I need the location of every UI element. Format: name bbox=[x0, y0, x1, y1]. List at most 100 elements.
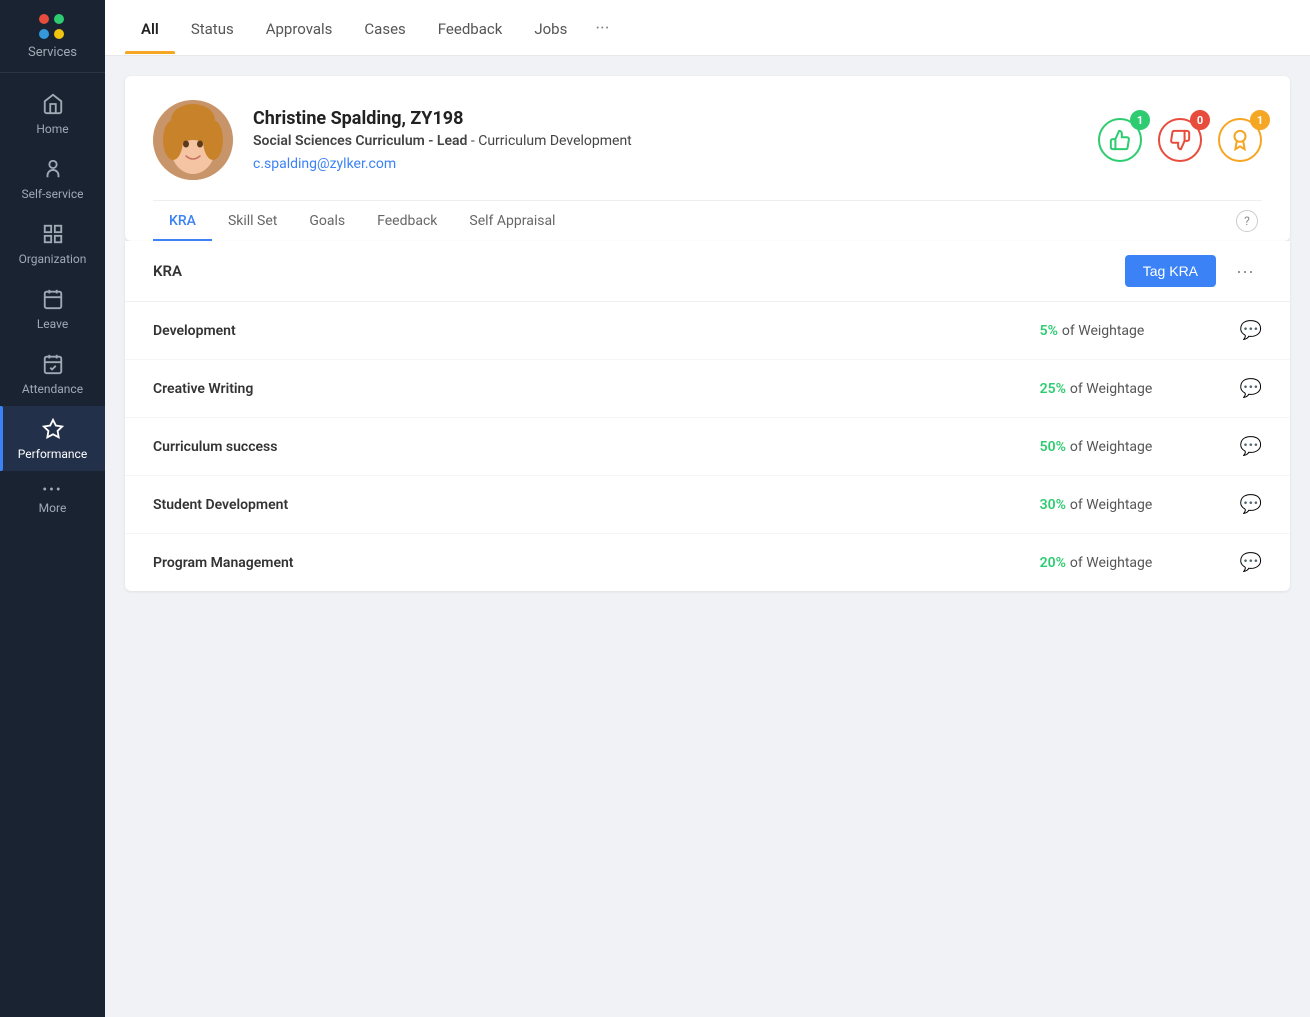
self-service-icon bbox=[42, 158, 64, 183]
kra-header: KRA Tag KRA ··· bbox=[125, 241, 1290, 302]
thumbs-up-badge: 1 bbox=[1098, 118, 1142, 162]
award-badge: 1 bbox=[1218, 118, 1262, 162]
help-icon[interactable]: ? bbox=[1236, 210, 1258, 232]
kra-pct-creative-writing: 25% bbox=[1040, 381, 1066, 397]
profile-header: Christine Spalding, ZY198 Social Science… bbox=[153, 100, 1262, 200]
award-icon-wrap[interactable] bbox=[1218, 118, 1262, 162]
thumbs-up-icon-wrap[interactable] bbox=[1098, 118, 1142, 162]
sidebar-item-leave[interactable]: Leave bbox=[0, 276, 105, 341]
sidebar-item-self-service-label: Self-service bbox=[22, 187, 84, 201]
kra-weightage-program-management: 20% of Weightage bbox=[1040, 555, 1220, 571]
kra-pct-curriculum-success: 50% bbox=[1040, 439, 1066, 455]
services-label: Services bbox=[28, 45, 77, 60]
profile-email-link[interactable]: c.spalding@zylker.com bbox=[253, 156, 396, 172]
kra-pct-development: 5% bbox=[1040, 323, 1058, 339]
sidebar-item-self-service[interactable]: Self-service bbox=[0, 146, 105, 211]
profile-card: Christine Spalding, ZY198 Social Science… bbox=[125, 76, 1290, 241]
kra-weightage-creative-writing: 25% of Weightage bbox=[1040, 381, 1220, 397]
kra-section: KRA Tag KRA ··· Development 5% of Weight… bbox=[125, 241, 1290, 591]
main-content: All Status Approvals Cases Feedback Jobs… bbox=[105, 0, 1310, 1017]
more-icon: ••• bbox=[42, 483, 62, 497]
sidebar-item-organization-label: Organization bbox=[19, 252, 87, 266]
kra-weightage-text-student-development: of Weightage bbox=[1070, 497, 1152, 513]
active-indicator bbox=[0, 406, 3, 471]
kra-name-development: Development bbox=[153, 323, 1040, 339]
leave-icon bbox=[42, 288, 64, 313]
kra-comment-creative-writing[interactable]: 💬 bbox=[1240, 378, 1262, 399]
profile-stats: 1 0 1 bbox=[1098, 118, 1262, 162]
thumbs-down-icon-wrap[interactable] bbox=[1158, 118, 1202, 162]
kra-pct-program-management: 20% bbox=[1040, 555, 1066, 571]
kra-comment-development[interactable]: 💬 bbox=[1240, 320, 1262, 341]
kra-actions: Tag KRA ··· bbox=[1125, 255, 1262, 287]
kra-row-creative-writing: Creative Writing 25% of Weightage 💬 bbox=[125, 360, 1290, 418]
profile-tab-self-appraisal[interactable]: Self Appraisal bbox=[453, 201, 571, 241]
sidebar-item-leave-label: Leave bbox=[37, 317, 68, 331]
tag-kra-button[interactable]: Tag KRA bbox=[1125, 255, 1216, 287]
sidebar-item-performance[interactable]: Performance bbox=[0, 406, 105, 471]
kra-comment-student-development[interactable]: 💬 bbox=[1240, 494, 1262, 515]
profile-name: Christine Spalding, ZY198 bbox=[253, 108, 1098, 129]
tab-approvals[interactable]: Approvals bbox=[250, 2, 349, 54]
home-icon bbox=[42, 93, 64, 118]
profile-tab-goals[interactable]: Goals bbox=[293, 201, 361, 241]
kra-more-button[interactable]: ··· bbox=[1228, 257, 1262, 286]
tab-more-button[interactable]: ··· bbox=[583, 0, 621, 55]
sidebar-item-more[interactable]: ••• More bbox=[0, 471, 105, 525]
profile-role: Social Sciences Curriculum - Lead - Curr… bbox=[253, 133, 1098, 149]
services-dots-grid bbox=[39, 14, 67, 39]
kra-name-student-development: Student Development bbox=[153, 497, 1040, 513]
sidebar-item-organization[interactable]: Organization bbox=[0, 211, 105, 276]
kra-weightage-text-creative-writing: of Weightage bbox=[1070, 381, 1152, 397]
sidebar-item-attendance-label: Attendance bbox=[22, 382, 83, 396]
kra-weightage-text-curriculum-success: of Weightage bbox=[1070, 439, 1152, 455]
kra-name-program-management: Program Management bbox=[153, 555, 1040, 571]
thumbs-down-badge: 0 bbox=[1158, 118, 1202, 162]
page-content: Christine Spalding, ZY198 Social Science… bbox=[105, 56, 1310, 611]
kra-weightage-curriculum-success: 50% of Weightage bbox=[1040, 439, 1220, 455]
dot-red bbox=[39, 14, 49, 24]
top-tabs-bar: All Status Approvals Cases Feedback Jobs… bbox=[105, 0, 1310, 56]
profile-role-dept: Curriculum Development bbox=[478, 133, 632, 149]
tab-cases[interactable]: Cases bbox=[348, 2, 421, 54]
sidebar-services-header[interactable]: Services bbox=[0, 0, 105, 73]
sidebar-nav: Home Self-service Organization Leave bbox=[0, 73, 105, 1017]
profile-tab-kra[interactable]: KRA bbox=[153, 201, 212, 241]
profile-tabs: KRA Skill Set Goals Feedback Self Apprai… bbox=[153, 200, 1262, 241]
dot-green bbox=[54, 14, 64, 24]
kra-comment-curriculum-success[interactable]: 💬 bbox=[1240, 436, 1262, 457]
dot-blue bbox=[39, 29, 49, 39]
profile-tab-feedback[interactable]: Feedback bbox=[361, 201, 453, 241]
kra-row-program-management: Program Management 20% of Weightage 💬 bbox=[125, 534, 1290, 591]
kra-pct-student-development: 30% bbox=[1040, 497, 1066, 513]
avatar bbox=[153, 100, 233, 180]
tab-feedback[interactable]: Feedback bbox=[422, 2, 519, 54]
sidebar-item-performance-label: Performance bbox=[18, 447, 87, 461]
organization-icon bbox=[42, 223, 64, 248]
kra-weightage-text-development: of Weightage bbox=[1062, 323, 1144, 339]
kra-name-creative-writing: Creative Writing bbox=[153, 381, 1040, 397]
profile-info: Christine Spalding, ZY198 Social Science… bbox=[253, 108, 1098, 172]
dot-yellow bbox=[54, 29, 64, 39]
profile-tab-skill-set[interactable]: Skill Set bbox=[212, 201, 293, 241]
kra-weightage-development: 5% of Weightage bbox=[1040, 323, 1220, 339]
kra-comment-program-management[interactable]: 💬 bbox=[1240, 552, 1262, 573]
sidebar-item-more-label: More bbox=[39, 501, 67, 515]
tab-all[interactable]: All bbox=[125, 2, 175, 54]
sidebar: Services Home Self-service Organization bbox=[0, 0, 105, 1017]
kra-row-student-development: Student Development 30% of Weightage 💬 bbox=[125, 476, 1290, 534]
profile-role-title: Social Sciences Curriculum - Lead bbox=[253, 133, 467, 149]
kra-row-curriculum-success: Curriculum success 50% of Weightage 💬 bbox=[125, 418, 1290, 476]
kra-row-development: Development 5% of Weightage 💬 bbox=[125, 302, 1290, 360]
tab-jobs[interactable]: Jobs bbox=[518, 2, 583, 54]
sidebar-item-attendance[interactable]: Attendance bbox=[0, 341, 105, 406]
kra-weightage-text-program-management: of Weightage bbox=[1070, 555, 1152, 571]
kra-weightage-student-development: 30% of Weightage bbox=[1040, 497, 1220, 513]
kra-name-curriculum-success: Curriculum success bbox=[153, 439, 1040, 455]
kra-title: KRA bbox=[153, 262, 182, 280]
tab-status[interactable]: Status bbox=[175, 2, 250, 54]
sidebar-item-home[interactable]: Home bbox=[0, 81, 105, 146]
performance-icon bbox=[42, 418, 64, 443]
sidebar-item-home-label: Home bbox=[36, 122, 68, 136]
attendance-icon bbox=[42, 353, 64, 378]
